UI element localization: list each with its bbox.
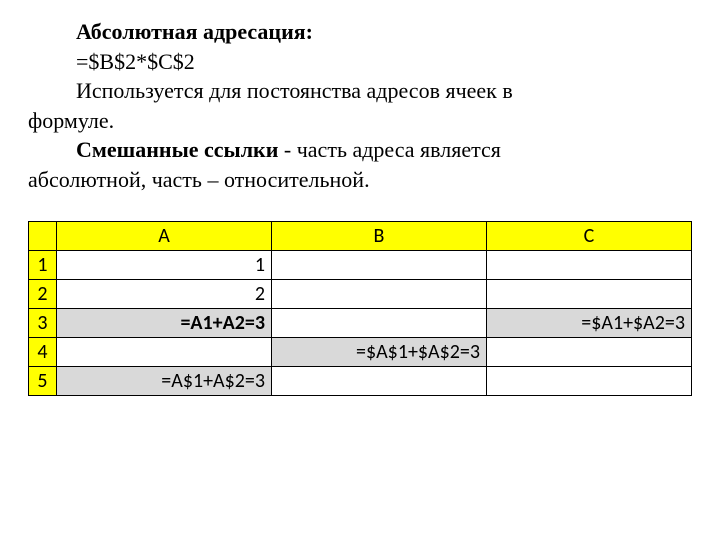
paragraph-text: - часть адреса является (278, 137, 500, 162)
table-row: 2 2 (29, 280, 692, 309)
cell-a2: 2 (57, 280, 272, 309)
row-header-5: 5 (29, 367, 57, 396)
cell-a5: =A$1+A$2=3 (57, 367, 272, 396)
cell-a4 (57, 338, 272, 367)
paragraph-line: абсолютной, часть – относительной. (28, 166, 692, 194)
cell-c4 (487, 338, 692, 367)
cell-c5 (487, 367, 692, 396)
table-row: 3 =A1+A2=3 =$A1+$A2=3 (29, 309, 692, 338)
col-header-a: A (57, 222, 272, 251)
paragraph-line: формуле. (28, 107, 692, 135)
cell-a3: =A1+A2=3 (57, 309, 272, 338)
cell-b4: =$A$1+$A$2=3 (272, 338, 487, 367)
heading-absolute-addressing: Абсолютная адресация: (28, 18, 692, 46)
cell-c1 (487, 251, 692, 280)
row-header-3: 3 (29, 309, 57, 338)
cell-b3 (272, 309, 487, 338)
row-header-4: 4 (29, 338, 57, 367)
table-row: 5 =A$1+A$2=3 (29, 367, 692, 396)
cell-c3: =$A1+$A2=3 (487, 309, 692, 338)
row-header-2: 2 (29, 280, 57, 309)
cell-b2 (272, 280, 487, 309)
table-row: 1 1 (29, 251, 692, 280)
cell-b5 (272, 367, 487, 396)
spreadsheet-table: A B C 1 1 2 2 3 =A1+A2=3 =$A1+$A2=3 4 =$… (28, 221, 692, 396)
paragraph-line: Используется для постоянства адресов яче… (28, 77, 692, 105)
cell-c2 (487, 280, 692, 309)
cell-b1 (272, 251, 487, 280)
cell-a1: 1 (57, 251, 272, 280)
col-header-c: C (487, 222, 692, 251)
formula-example: =$B$2*$C$2 (28, 48, 692, 76)
corner-cell (29, 222, 57, 251)
row-header-1: 1 (29, 251, 57, 280)
col-header-b: B (272, 222, 487, 251)
mixed-refs-term: Смешанные ссылки (76, 137, 278, 162)
table-row: 4 =$A$1+$A$2=3 (29, 338, 692, 367)
paragraph-line: Смешанные ссылки - часть адреса является (28, 136, 692, 164)
header-row: A B C (29, 222, 692, 251)
